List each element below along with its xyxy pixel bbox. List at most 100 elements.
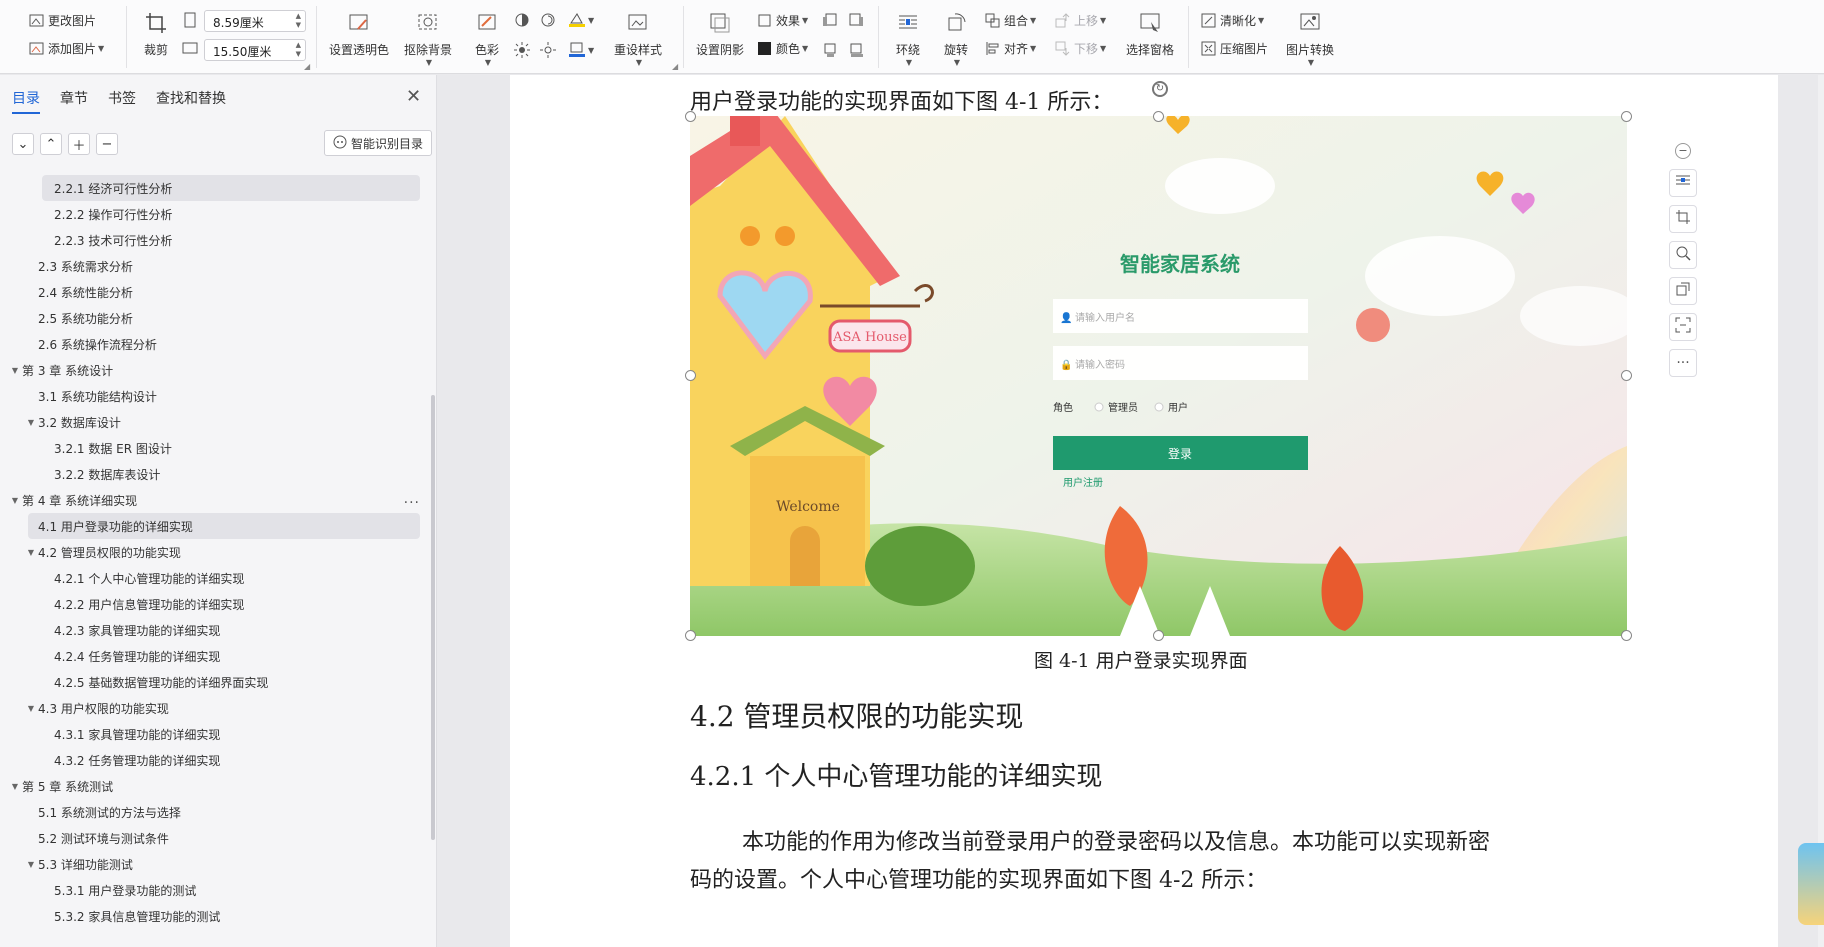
toc-item[interactable]: 4.2.5 基础数据管理功能的详细界面实现 <box>0 669 430 695</box>
assistant-widget[interactable] <box>1798 843 1824 925</box>
add-heading-button[interactable]: ＋ <box>68 133 90 155</box>
shadow-offset-right-icon[interactable] <box>848 12 864 28</box>
reset-style-button[interactable]: 重设样式 ▼ <box>608 10 668 67</box>
expand-toggle-icon[interactable]: ▼ <box>24 704 38 713</box>
toc-item[interactable]: 3.2.2 数据库表设计 <box>0 461 430 487</box>
crop-quick-button[interactable] <box>1669 205 1697 233</box>
crop-button[interactable]: 裁剪 <box>140 10 172 58</box>
toc-item[interactable]: 4.1 用户登录功能的详细实现 <box>28 513 420 539</box>
toc-item[interactable]: 2.2.2 操作可行性分析 <box>0 201 430 227</box>
expand-toggle-icon[interactable]: ▼ <box>8 782 22 791</box>
toc-item[interactable]: 4.3.1 家具管理功能的详细实现 <box>0 721 430 747</box>
toc-item[interactable]: 4.2.3 家具管理功能的详细实现 <box>0 617 430 643</box>
border-color-icon[interactable]: ▼ <box>568 42 594 58</box>
height-field[interactable]: 15.50厘米 ▲ ▼ <box>204 39 306 61</box>
sharpen-button[interactable]: 清晰化 ▼ <box>1200 12 1264 29</box>
expand-toggle-icon[interactable]: ▼ <box>24 418 38 427</box>
compress-image-button[interactable]: 压缩图片 <box>1200 40 1268 57</box>
tab-chapters[interactable]: 章节 <box>60 88 88 114</box>
toc-item[interactable]: 3.1 系统功能结构设计 <box>0 383 430 409</box>
tab-find-replace[interactable]: 查找和替换 <box>156 88 226 114</box>
set-shadow-button[interactable]: 设置阴影 <box>694 10 746 58</box>
toc-item[interactable]: ▼ 4.3 用户权限的功能实现 <box>0 695 430 721</box>
collapse-icon[interactable]: − <box>1675 143 1691 159</box>
document-scrollbar[interactable] <box>1818 75 1824 947</box>
tab-toc[interactable]: 目录 <box>12 88 40 114</box>
contrast-down-icon[interactable] <box>540 12 556 28</box>
toc-item[interactable]: 4.2.2 用户信息管理功能的详细实现 <box>0 591 430 617</box>
resize-handle-b[interactable] <box>1153 630 1164 641</box>
expand-toggle-icon[interactable]: ▼ <box>24 548 38 557</box>
toc-item[interactable]: ▼ 3.2 数据库设计 <box>0 409 430 435</box>
resize-handle-tr[interactable] <box>1621 111 1632 122</box>
ocr-extract-button[interactable] <box>1669 313 1697 341</box>
resize-handle-r[interactable] <box>1621 370 1632 381</box>
toc-item[interactable]: 4.2.4 任务管理功能的详细实现 <box>0 643 430 669</box>
tab-bookmarks[interactable]: 书签 <box>108 88 136 114</box>
figure-selection[interactable]: ↻ ASA House Welcome 智能家居系统 请输入用户名 👤 请输入密… <box>685 81 1632 641</box>
shadow-offset-up-icon[interactable] <box>822 42 838 58</box>
nav-scrollbar[interactable] <box>431 395 435 840</box>
change-image-button[interactable]: 更改图片 <box>28 12 96 29</box>
toc-item[interactable]: 2.6 系统操作流程分析 <box>0 331 430 357</box>
toc-item[interactable]: 4.3.2 任务管理功能的详细实现 <box>0 747 430 773</box>
toc-item[interactable]: ▼ 5.3 详细功能测试 <box>0 851 430 877</box>
toc-item[interactable]: 5.3.1 用户登录功能的测试 <box>0 877 430 903</box>
resize-handle-l[interactable] <box>685 370 696 381</box>
brightness-up-icon[interactable] <box>514 42 530 58</box>
add-image-button[interactable]: 添加图片 ▼ <box>28 40 104 57</box>
highlight-color-icon[interactable]: ▼ <box>568 12 594 28</box>
wrap-button[interactable]: 环绕 ▼ <box>888 10 928 67</box>
toc-item[interactable]: 5.2 测试环境与测试条件 <box>0 825 430 851</box>
rotate-button[interactable]: 旋转 ▼ <box>936 10 976 67</box>
spin-arrows-icon[interactable]: ▲ ▼ <box>296 41 301 59</box>
expand-toggle-icon[interactable]: ▼ <box>8 496 22 505</box>
convert-image-button[interactable]: 图片转换 ▼ <box>1278 10 1342 67</box>
remove-heading-button[interactable]: − <box>96 133 118 155</box>
zoom-preview-button[interactable] <box>1669 241 1697 269</box>
expand-toggle-icon[interactable]: ▼ <box>24 860 38 869</box>
close-icon[interactable]: ✕ <box>406 86 421 107</box>
resize-handle-bl[interactable] <box>685 630 696 641</box>
shadow-offset-down-icon[interactable] <box>848 42 864 58</box>
layout-options-button[interactable] <box>1669 169 1697 197</box>
expand-up-button[interactable]: ⌃ <box>40 133 62 155</box>
toc-item[interactable]: 2.2.1 经济可行性分析 <box>42 175 420 201</box>
more-icon[interactable]: ... <box>404 491 420 507</box>
color-button[interactable]: 颜色 ▼ <box>756 40 808 57</box>
send-backward-button[interactable]: 下移 ▼ <box>1054 40 1106 57</box>
expand-corner-icon[interactable]: ◢ <box>672 62 678 71</box>
toc-item[interactable]: 2.4 系统性能分析 <box>0 279 430 305</box>
more-options-button[interactable]: ··· <box>1669 349 1697 377</box>
group-button[interactable]: 组合 ▼ <box>984 12 1036 29</box>
toc-item[interactable]: 5.3.2 家具信息管理功能的测试 <box>0 903 430 929</box>
replace-image-button[interactable] <box>1669 277 1697 305</box>
width-field[interactable]: 8.59厘米 ▲ ▼ <box>204 10 306 32</box>
align-button[interactable]: 对齐 ▼ <box>984 40 1036 57</box>
resize-handle-br[interactable] <box>1621 630 1632 641</box>
effect-button[interactable]: 效果 ▼ <box>756 12 808 29</box>
smart-toc-button[interactable]: 智能识别目录 <box>324 130 433 156</box>
toc-item[interactable]: 3.2.1 数据 ER 图设计 <box>0 435 430 461</box>
bring-forward-button[interactable]: 上移 ▼ <box>1054 12 1106 29</box>
expand-corner-icon[interactable]: ◢ <box>304 62 310 71</box>
brightness-down-icon[interactable] <box>540 42 556 58</box>
rotate-handle-icon[interactable]: ↻ <box>1152 81 1168 97</box>
resize-handle-tl[interactable] <box>685 111 696 122</box>
shadow-offset-left-icon[interactable] <box>822 12 838 28</box>
toc-item[interactable]: 5.1 系统测试的方法与选择 <box>0 799 430 825</box>
set-transparent-button[interactable]: 设置透明色 <box>326 10 392 58</box>
color-tone-button[interactable]: 色彩 ▼ <box>466 10 508 67</box>
contrast-up-icon[interactable] <box>514 12 530 28</box>
toc-item[interactable]: 2.3 系统需求分析 <box>0 253 430 279</box>
toc-item[interactable]: ▼ 4.2 管理员权限的功能实现 <box>0 539 430 565</box>
spin-arrows-icon[interactable]: ▲ ▼ <box>296 12 301 30</box>
selection-pane-button[interactable]: 选择窗格 <box>1122 10 1178 58</box>
toc-item[interactable]: 4.2.1 个人中心管理功能的详细实现 <box>0 565 430 591</box>
toc-item[interactable]: 2.5 系统功能分析 <box>0 305 430 331</box>
collapse-all-button[interactable]: ⌄ <box>12 133 34 155</box>
toc-item[interactable]: ▼ 第 5 章 系统测试 <box>0 773 430 799</box>
toc-item[interactable]: 2.2.3 技术可行性分析 <box>0 227 430 253</box>
login-screenshot-image[interactable]: ASA House Welcome 智能家居系统 请输入用户名 👤 请输入密码 … <box>690 116 1627 636</box>
toc-item[interactable]: ▼ 第 4 章 系统详细实现... <box>0 487 430 513</box>
